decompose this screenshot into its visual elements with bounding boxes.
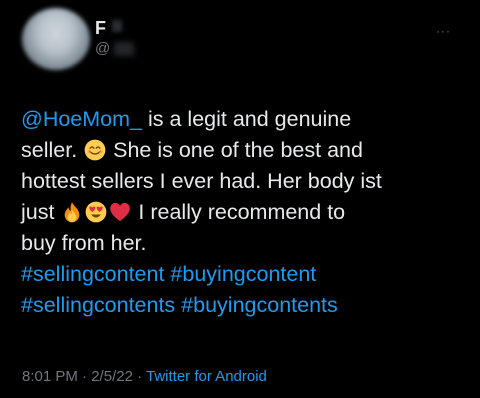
meta-separator: · (77, 368, 92, 385)
tweet-line-4: just I really recommend to (21, 197, 466, 228)
more-options-icon[interactable]: ··· (436, 24, 451, 38)
tweet: F @ ··· @HoeMom_ is a legit and genuine … (0, 0, 480, 398)
name-redaction (112, 20, 122, 32)
tweet-source-link[interactable]: Twitter for Android (146, 368, 267, 385)
tweet-text-segment: is a legit and genuine (142, 107, 352, 131)
hashtag-link[interactable]: #sellingcontents (21, 293, 175, 317)
tweet-time[interactable]: 8:01 PM (22, 368, 78, 385)
tweet-text: @HoeMom_ is a legit and genuine seller. … (21, 104, 466, 321)
hashtag-link[interactable]: #sellingcontent (21, 262, 164, 286)
hashtag-line-1: #sellingcontent #buyingcontent (21, 259, 466, 290)
mention-link[interactable]: @HoeMom_ (21, 107, 142, 131)
tweet-text-segment: I really recommend to (132, 200, 346, 224)
tweet-text-segment: She is one of the best and (107, 138, 363, 162)
tweet-date[interactable]: 2/5/22 (91, 368, 133, 385)
avatar[interactable] (22, 8, 90, 70)
tweet-text-segment: seller. (21, 138, 84, 162)
smiling-face-emoji-icon (84, 139, 106, 161)
handle-redaction (114, 42, 134, 56)
author-display-name[interactable]: F (95, 18, 106, 39)
tweet-metadata: 8:01 PM · 2/5/22 · Twitter for Android (22, 368, 267, 385)
tweet-line-2: seller. She is one of the best and (21, 135, 466, 166)
fire-emoji-icon (65, 202, 80, 223)
tweet-line-1: @HoeMom_ is a legit and genuine (21, 104, 466, 135)
tweet-text-segment: just (21, 200, 61, 224)
hashtag-link[interactable]: #buyingcontents (181, 293, 338, 317)
hashtag-link[interactable]: #buyingcontent (170, 262, 316, 286)
hashtag-line-2: #sellingcontents #buyingcontents (21, 290, 466, 321)
tweet-line-5: buy from her. (21, 231, 147, 255)
meta-separator: · (132, 368, 146, 385)
tweet-line-3: hottest sellers I ever had. Her body ist (21, 169, 382, 193)
author-handle[interactable]: @ (95, 40, 110, 57)
heart-eyes-emoji-icon (86, 201, 107, 223)
red-heart-emoji-icon (110, 202, 131, 222)
